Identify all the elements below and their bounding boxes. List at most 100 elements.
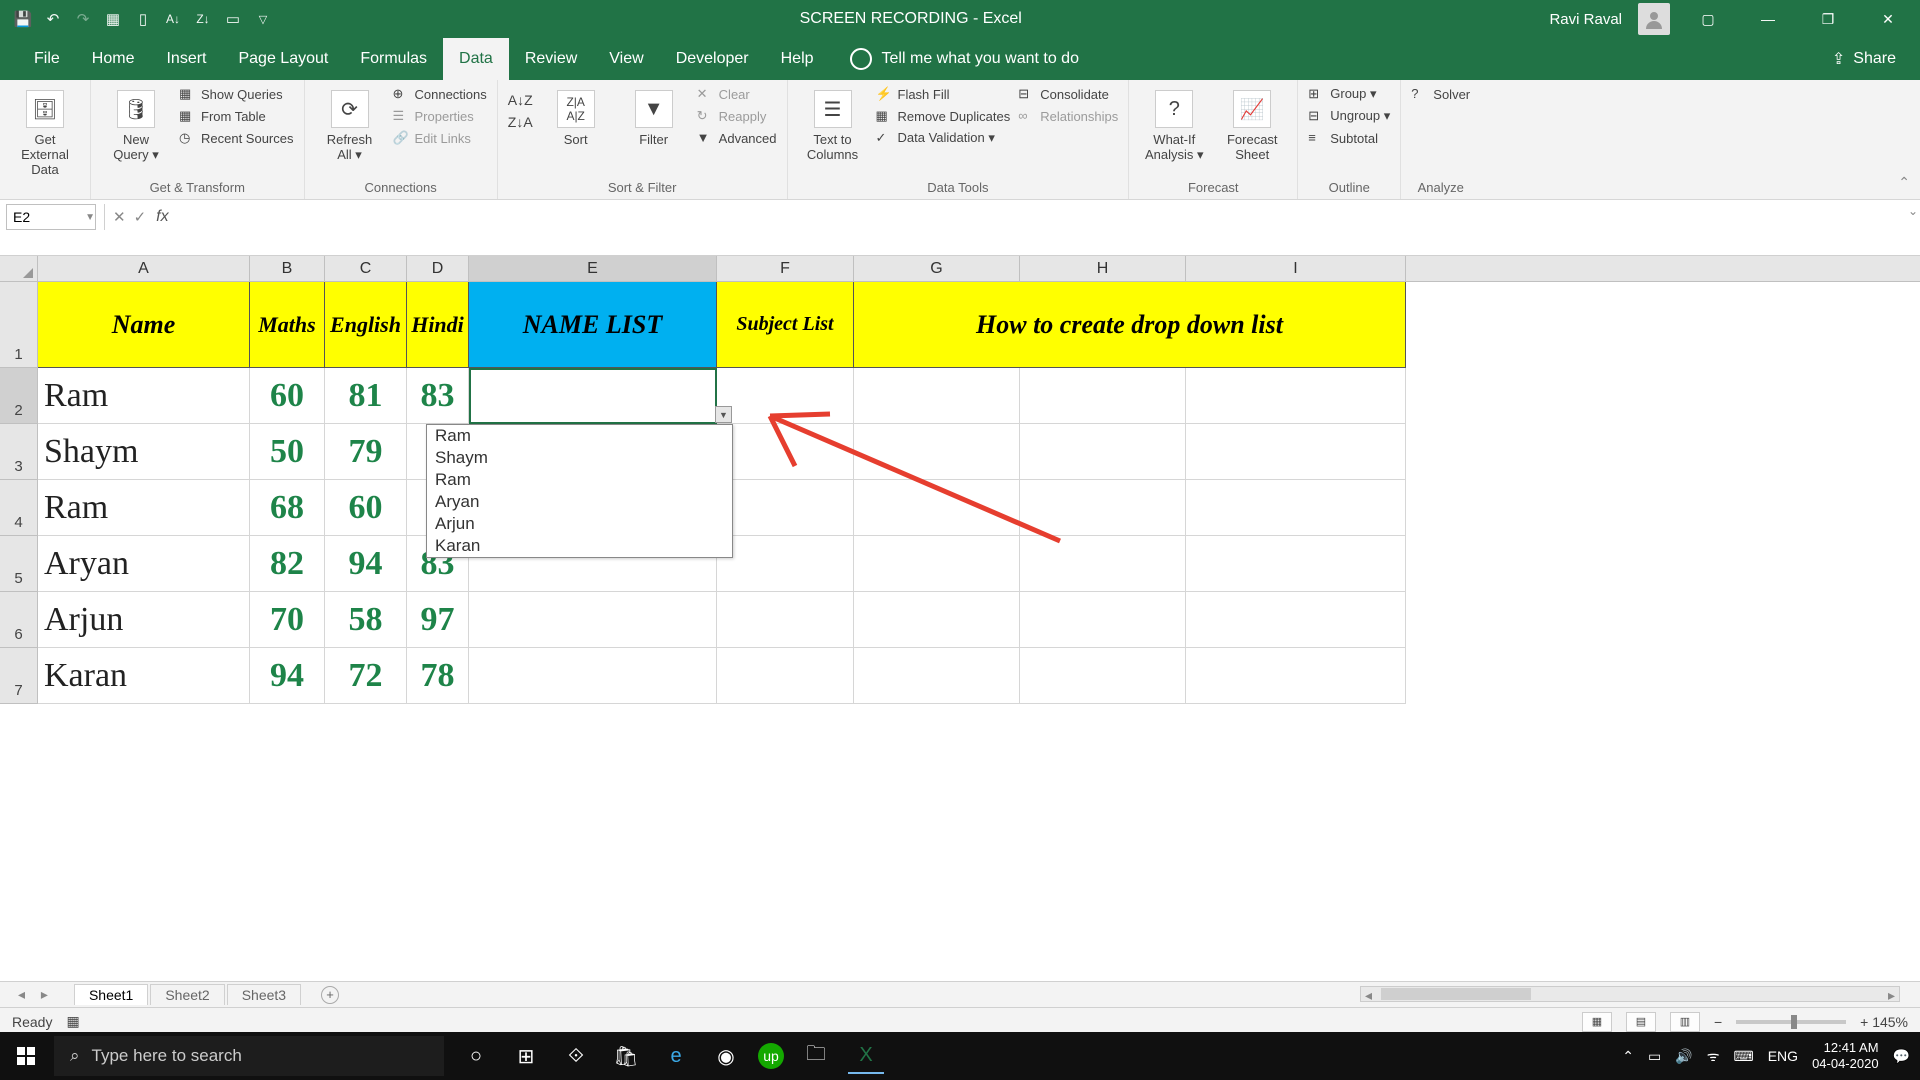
- user-name[interactable]: Ravi Raval: [1549, 11, 1622, 28]
- row-header-4[interactable]: 4: [0, 480, 38, 536]
- column-header-C[interactable]: C: [325, 256, 407, 281]
- task-app-icon[interactable]: ⟐: [558, 1038, 594, 1074]
- from-table-button[interactable]: ▦From Table: [179, 108, 294, 124]
- view-pagebreak-icon[interactable]: ▥: [1670, 1012, 1700, 1032]
- task-view-icon[interactable]: ⊞: [508, 1038, 544, 1074]
- clear-button[interactable]: ✕Clear: [697, 86, 777, 102]
- fx-icon[interactable]: fx: [156, 208, 168, 226]
- start-button[interactable]: [0, 1032, 52, 1080]
- cell-H4[interactable]: [1020, 480, 1186, 536]
- spreadsheet-grid[interactable]: A B C D E F G H I 1 Name Maths English H…: [0, 256, 1920, 981]
- undo-icon[interactable]: ↶: [44, 10, 62, 28]
- cell-F3[interactable]: [717, 424, 854, 480]
- tab-developer[interactable]: Developer: [660, 38, 765, 80]
- cell-D2[interactable]: 83: [407, 368, 469, 424]
- tray-clock[interactable]: 12:41 AM04-04-2020: [1812, 1040, 1879, 1071]
- relationships-button[interactable]: ∞Relationships: [1018, 108, 1118, 124]
- dropdown-item[interactable]: Arjun: [427, 513, 732, 535]
- recent-sources-button[interactable]: ◷Recent Sources: [179, 130, 294, 146]
- macro-record-icon[interactable]: ▦: [66, 1013, 79, 1030]
- cell-B7[interactable]: 94: [250, 648, 325, 704]
- connections-button[interactable]: ⊕Connections: [393, 86, 487, 102]
- cell-A5[interactable]: Aryan: [38, 536, 250, 592]
- cell-B5[interactable]: 82: [250, 536, 325, 592]
- tab-insert[interactable]: Insert: [150, 38, 222, 80]
- tab-file[interactable]: File: [18, 38, 76, 80]
- enter-icon[interactable]: ✓: [134, 208, 147, 226]
- cell-I3[interactable]: [1186, 424, 1406, 480]
- volume-icon[interactable]: 🔊: [1675, 1048, 1692, 1065]
- column-header-F[interactable]: F: [717, 256, 854, 281]
- data-validation-button[interactable]: ✓Data Validation ▾: [876, 130, 1011, 146]
- cell-G5[interactable]: [854, 536, 1020, 592]
- cell-F4[interactable]: [717, 480, 854, 536]
- sheet-nav[interactable]: ◂ ▸: [18, 986, 54, 1003]
- new-query-button[interactable]: 🛢New Query ▾: [101, 86, 171, 163]
- column-header-A[interactable]: A: [38, 256, 250, 281]
- cell-I2[interactable]: [1186, 368, 1406, 424]
- cell-H6[interactable]: [1020, 592, 1186, 648]
- cell-A2[interactable]: Ram: [38, 368, 250, 424]
- sort-desc-icon[interactable]: Z↓: [194, 10, 212, 28]
- keyboard-icon[interactable]: ⌨: [1734, 1048, 1754, 1065]
- cell-D6[interactable]: 97: [407, 592, 469, 648]
- restore-icon[interactable]: ❐: [1806, 1, 1850, 37]
- cell-B1[interactable]: Maths: [250, 282, 325, 368]
- cell-A7[interactable]: Karan: [38, 648, 250, 704]
- ungroup-button[interactable]: ⊟Ungroup ▾: [1308, 108, 1390, 124]
- dropdown-item[interactable]: Ram: [427, 469, 732, 491]
- cell-B2[interactable]: 60: [250, 368, 325, 424]
- minimize-icon[interactable]: —: [1746, 1, 1790, 37]
- sheet-tab-1[interactable]: Sheet1: [74, 984, 148, 1005]
- sheet-tab-2[interactable]: Sheet2: [150, 984, 224, 1005]
- edge-icon[interactable]: e: [658, 1038, 694, 1074]
- consolidate-button[interactable]: ⊟Consolidate: [1018, 86, 1118, 102]
- tell-me[interactable]: Tell me what you want to do: [850, 48, 1079, 70]
- solver-button[interactable]: ?Solver: [1411, 86, 1470, 102]
- tab-view[interactable]: View: [593, 38, 659, 80]
- explorer-icon[interactable]: 🗀: [798, 1038, 834, 1074]
- cell-C5[interactable]: 94: [325, 536, 407, 592]
- qat-customize-icon[interactable]: ▽: [254, 10, 272, 28]
- dropdown-item[interactable]: Aryan: [427, 491, 732, 513]
- cell-F6[interactable]: [717, 592, 854, 648]
- row-header-6[interactable]: 6: [0, 592, 38, 648]
- forecast-sheet-button[interactable]: 📈Forecast Sheet: [1217, 86, 1287, 162]
- tab-data[interactable]: Data: [443, 38, 509, 80]
- share-button[interactable]: ⇪ Share: [1832, 49, 1896, 69]
- cell-E7[interactable]: [469, 648, 717, 704]
- save-icon[interactable]: 💾: [14, 10, 32, 28]
- subtotal-button[interactable]: ≡Subtotal: [1308, 130, 1390, 146]
- cell-C2[interactable]: 81: [325, 368, 407, 424]
- cell-A3[interactable]: Shaym: [38, 424, 250, 480]
- tab-home[interactable]: Home: [76, 38, 151, 80]
- tab-review[interactable]: Review: [509, 38, 593, 80]
- cell-I4[interactable]: [1186, 480, 1406, 536]
- add-sheet-button[interactable]: +: [321, 986, 339, 1004]
- notifications-icon[interactable]: 💬: [1893, 1048, 1910, 1065]
- row-header-1[interactable]: 1: [0, 282, 38, 368]
- ribbon-display-icon[interactable]: ▢: [1686, 1, 1730, 37]
- cell-B6[interactable]: 70: [250, 592, 325, 648]
- cell-B3[interactable]: 50: [250, 424, 325, 480]
- text-to-columns-button[interactable]: ☰Text to Columns: [798, 86, 868, 162]
- excel-icon[interactable]: X: [848, 1038, 884, 1074]
- dropdown-list[interactable]: RamShaymRamAryanArjunKaran: [426, 424, 733, 558]
- cell-E2[interactable]: ▼: [469, 368, 717, 424]
- cell-E1[interactable]: NAME LIST: [469, 282, 717, 368]
- horizontal-scrollbar[interactable]: ◂▸: [1360, 986, 1900, 1002]
- column-header-B[interactable]: B: [250, 256, 325, 281]
- column-header-I[interactable]: I: [1186, 256, 1406, 281]
- cell-A1[interactable]: Name: [38, 282, 250, 368]
- qat-icon-1[interactable]: ▦: [104, 10, 122, 28]
- cancel-icon[interactable]: ✕: [113, 208, 126, 226]
- zoom-slider[interactable]: [1736, 1020, 1846, 1024]
- tab-pagelayout[interactable]: Page Layout: [222, 38, 344, 80]
- row-header-5[interactable]: 5: [0, 536, 38, 592]
- get-external-data-button[interactable]: 🗄Get External Data: [10, 86, 80, 177]
- column-header-G[interactable]: G: [854, 256, 1020, 281]
- collapse-ribbon-icon[interactable]: ⌃: [1898, 174, 1910, 191]
- column-header-E[interactable]: E: [469, 256, 717, 281]
- row-header-7[interactable]: 7: [0, 648, 38, 704]
- remove-duplicates-button[interactable]: ▦Remove Duplicates: [876, 108, 1011, 124]
